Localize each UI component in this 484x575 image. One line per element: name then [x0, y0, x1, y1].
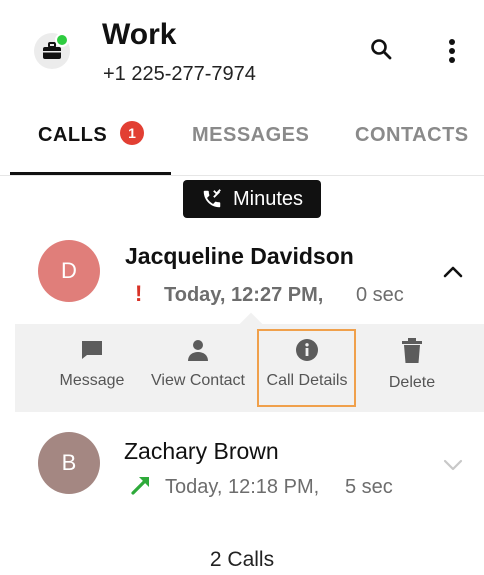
account-avatar[interactable] — [34, 33, 70, 69]
view-contact-button[interactable]: View Contact — [148, 338, 248, 390]
tabs-divider — [0, 175, 484, 176]
call-duration: 5 sec — [345, 476, 393, 498]
call-time: Today, 12:27 PM, — [164, 284, 324, 306]
delete-label: Delete — [388, 374, 436, 391]
call-contact-name[interactable]: Zachary Brown — [124, 438, 279, 465]
trash-icon — [402, 338, 422, 363]
tab-contacts[interactable]: CONTACTS — [355, 124, 469, 147]
overflow-menu-button[interactable] — [440, 34, 464, 68]
message-button[interactable]: Message — [42, 338, 142, 390]
message-icon — [82, 341, 102, 359]
outgoing-call-icon — [130, 474, 152, 501]
contact-avatar[interactable]: D — [38, 240, 100, 302]
message-label: Message — [59, 372, 125, 389]
call-duration: 0 sec — [356, 284, 404, 306]
view-contact-label: View Contact — [151, 372, 245, 389]
expand-button[interactable] — [440, 455, 466, 475]
chevron-down-icon — [443, 459, 463, 471]
contact-avatar[interactable]: B — [38, 432, 100, 494]
call-minutes-icon — [203, 189, 221, 208]
minutes-button[interactable]: Minutes — [183, 180, 321, 218]
account-phone-number: +1 225-277-7974 — [103, 63, 256, 85]
missed-call-icon: ! — [135, 281, 143, 306]
tab-calls[interactable]: CALLS — [38, 124, 107, 147]
online-status-dot — [55, 33, 69, 47]
collapse-button[interactable] — [440, 262, 466, 282]
chevron-up-icon — [443, 266, 463, 278]
search-icon — [371, 39, 392, 60]
more-vert-icon — [449, 39, 455, 63]
minutes-label: Minutes — [232, 187, 304, 210]
call-contact-name[interactable]: Jacqueline Davidson — [125, 243, 354, 270]
delete-button[interactable]: Delete — [362, 338, 462, 392]
person-icon — [188, 340, 208, 361]
call-time: Today, 12:18 PM, — [165, 476, 320, 498]
tab-messages[interactable]: MESSAGES — [192, 124, 309, 147]
search-button[interactable] — [366, 34, 396, 64]
account-name: Work — [102, 18, 177, 51]
calls-count: 2 Calls — [209, 548, 275, 571]
call-details-highlight — [257, 329, 356, 407]
calls-unread-badge: 1 — [120, 121, 144, 145]
